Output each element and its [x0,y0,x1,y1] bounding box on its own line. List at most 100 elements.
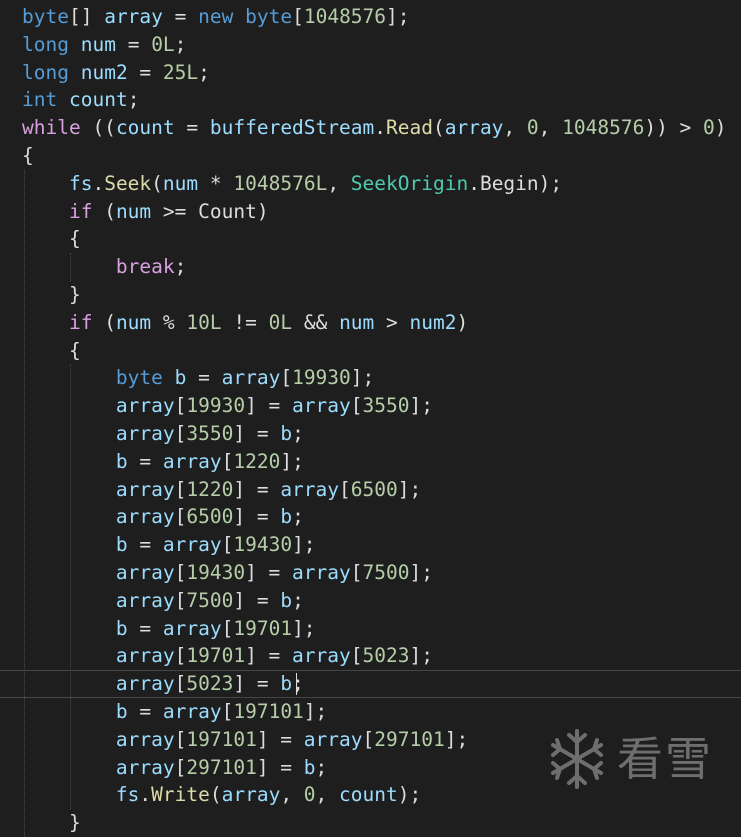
code-line[interactable]: byte b = array[19930]; [0,364,741,392]
code-token: [ [174,477,187,501]
code-line[interactable]: array[6500] = b; [0,503,741,531]
code-line[interactable]: { [0,142,741,170]
code-token: [ [174,394,187,418]
code-token: [ [174,505,187,529]
code-line[interactable]: b = array[197101]; [0,698,741,726]
code-token: b [280,588,293,612]
code-token: 6500 [350,477,398,501]
code-token: byte [115,366,163,390]
code-line[interactable]: long num2 = 25L; [0,59,741,87]
code-text: while ((count = bufferedStream.Read(arra… [22,114,727,142]
current-code-line[interactable]: array[5023] = b; [0,670,741,699]
code-token: array [303,727,363,751]
code-line[interactable]: } [0,281,741,309]
code-text: array[19430] = array[7500]; [22,559,433,587]
indent-guide [70,364,71,810]
code-token: break [115,255,175,279]
code-line[interactable]: if (num >= Count) [0,198,741,226]
code-text: } [22,281,81,309]
code-token: array [292,644,351,668]
code-token: [ [339,477,351,501]
code-line[interactable]: while ((count = bufferedStream.Read(arra… [0,114,741,142]
code-token: 0L [151,32,175,56]
code-line[interactable]: { [0,225,741,253]
code-token: { [22,338,81,362]
code-text: byte b = array[19930]; [22,364,374,392]
code-token: ]; [397,477,422,501]
code-token: = [174,116,210,140]
code-token: b [115,700,128,723]
code-token: array [104,5,163,28]
code-token: array [115,561,175,584]
code-line[interactable]: array[3550] = b; [0,420,741,448]
code-token: Seek [104,171,152,195]
code-line[interactable]: array[19701] = array[5023]; [0,642,741,670]
code-token: [] [68,5,105,28]
code-token: ] = [233,477,281,501]
code-line[interactable]: b = array[19430]; [0,531,741,559]
code-line[interactable]: fs.Seek(num * 1048576L, SeekOrigin.Begin… [0,170,741,198]
code-token: >= [151,199,199,223]
code-text: { [22,225,81,253]
code-token: 297101 [186,755,257,779]
code-line[interactable]: b = array[1220]; [0,448,741,476]
code-token: 7500 [362,561,410,584]
code-token: = [127,533,163,557]
code-line[interactable]: b = array[19701]; [0,615,741,643]
code-token: , [327,171,351,195]
code-token: ] = [233,422,281,445]
code-line[interactable]: break; [0,253,741,281]
code-token: array [115,477,175,501]
code-line[interactable]: int count; [0,86,741,114]
code-token: long [22,32,69,56]
code-line[interactable]: byte[] array = new byte[1048576]; [0,3,741,31]
code-token: array [115,755,175,779]
code-token: array [115,394,175,418]
code-token: . [139,783,152,807]
code-token: b [115,449,128,473]
code-token: b [115,533,128,557]
code-token: = [127,616,163,640]
code-token: while [22,116,81,140]
code-line[interactable]: array[19930] = array[3550]; [0,392,741,420]
code-token: 5023 [186,672,234,696]
code-token: 1220 [233,449,281,473]
code-token: Begin [479,171,539,195]
code-line[interactable]: if (num % 10L != 0L && num > num2) [0,309,741,337]
code-line[interactable]: long num = 0L; [0,31,741,59]
code-token: ] = [245,394,293,418]
code-token: = [162,5,199,28]
code-text: if (num >= Count) [22,198,269,226]
code-token: Write [151,783,210,807]
code-token: array [162,533,222,557]
code-text: array[297101] = b; [22,754,327,782]
code-line[interactable]: { [0,337,741,365]
code-token: [ [221,533,234,557]
code-line[interactable]: array[7500] = b; [0,587,741,615]
code-token: . [468,171,480,195]
code-token: 1048576L [233,171,328,195]
code-token: { [22,227,81,251]
code-token: array [162,449,222,473]
code-line[interactable]: array[19430] = array[7500]; [0,559,741,587]
code-token: num [162,171,199,195]
indent-guide [24,169,25,837]
code-token: [ [350,394,363,418]
code-token: new [198,5,234,28]
code-text: long num = 0L; [22,31,186,59]
code-token: array [162,616,222,640]
code-token: [ [174,422,187,445]
code-token: ( [151,171,163,195]
code-line[interactable]: } [0,809,741,837]
code-line[interactable]: array[1220] = array[6500]; [0,476,741,504]
code-token: [ [350,644,363,668]
code-editor[interactable]: byte[] array = new byte[1048576]; long nu… [0,0,741,837]
code-token: ; [198,60,210,84]
code-token: SeekOrigin [350,171,469,195]
